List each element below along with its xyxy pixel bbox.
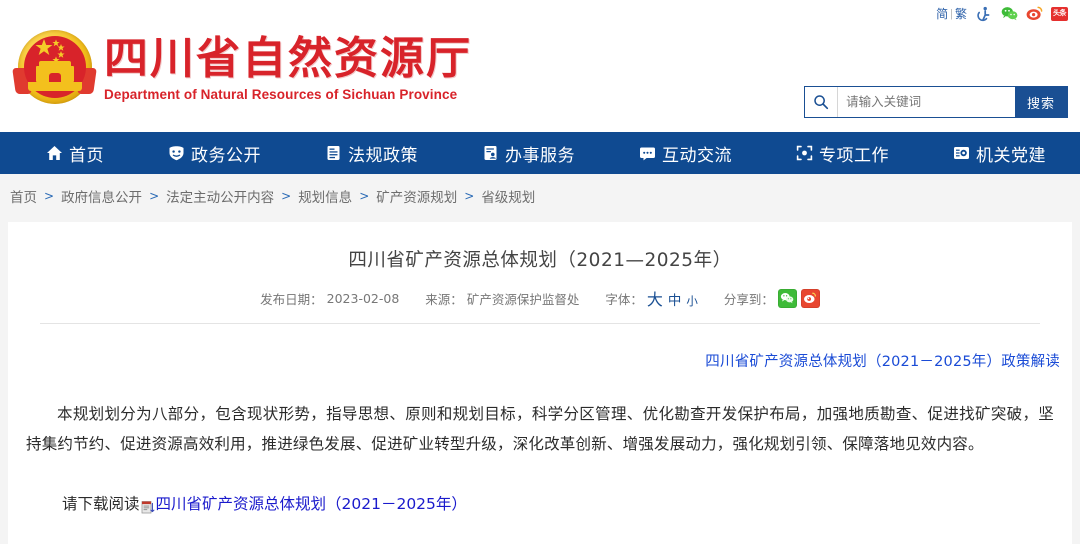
nav-label: 互动交流 (662, 145, 732, 166)
source-value: 矿产资源保护监督处 (466, 291, 580, 307)
top-utility-bar: 简 | 繁 头条 (0, 0, 1080, 26)
nav-item-special-work[interactable]: 专项工作 (796, 141, 889, 166)
article-card: 四川省矿产资源总体规划（2021—2025年） 发布日期： 2023-02-08… (8, 222, 1072, 544)
article-body: 本规划划分为八部分，包含现状形势，指导思想、原则和规划目标，科学分区管理、优化勘… (26, 405, 1054, 453)
shield-icon (168, 145, 185, 162)
nav-item-laws-policies[interactable]: 法规政策 (325, 141, 418, 166)
site-header: 四川省自然资源厅 Department of Natural Resources… (0, 26, 1080, 132)
breadcrumb: 首页 > 政府信息公开 > 法定主动公开内容 > 规划信息 > 矿产资源规划 >… (0, 174, 1080, 218)
breadcrumb-separator: > (464, 189, 475, 203)
font-size-large[interactable]: 大 (647, 286, 663, 310)
breadcrumb-item-5[interactable]: 省级规划 (481, 186, 535, 206)
chat-icon (639, 145, 656, 162)
site-title-en: Department of Natural Resources of Sichu… (104, 87, 458, 103)
publish-date-label: 发布日期： (260, 291, 323, 307)
accessibility-icon[interactable] (976, 6, 992, 22)
share-group: 分享到： (723, 288, 820, 308)
nav-item-government-affairs[interactable]: 政务公开 (168, 141, 261, 166)
breadcrumb-item-0[interactable]: 首页 (10, 186, 37, 206)
nav-item-party-building[interactable]: 机关党建 (953, 141, 1046, 166)
font-size-label: 字体： (605, 291, 643, 307)
breadcrumb-item-4[interactable]: 矿产资源规划 (376, 186, 457, 206)
publish-date-value: 2023-02-08 (326, 290, 400, 306)
breadcrumb-separator: > (44, 189, 55, 203)
publish-date-group: 发布日期： 2023-02-08 (260, 289, 399, 308)
share-wechat-icon[interactable] (777, 288, 797, 308)
badge-icon (953, 145, 970, 162)
lang-simplified[interactable]: 简 (936, 8, 948, 20)
site-title-cn: 四川省自然资源厅 (104, 32, 472, 84)
main-navigation: 首页 政务公开 法规政策 办事服务 互动交流 专项工作 机关党建 (0, 132, 1080, 174)
breadcrumb-separator: > (359, 189, 370, 203)
file-attachment-icon (141, 497, 155, 513)
weibo-icon[interactable] (1026, 6, 1043, 22)
nav-label: 机关党建 (976, 145, 1046, 166)
document-icon (325, 145, 342, 162)
lang-separator: | (950, 7, 953, 20)
breadcrumb-separator: > (281, 189, 292, 203)
share-weibo-icon[interactable] (800, 288, 820, 308)
nav-label: 专项工作 (819, 145, 889, 166)
nav-item-home[interactable]: 首页 (46, 141, 104, 166)
breadcrumb-separator: > (149, 189, 160, 203)
toutiao-icon[interactable]: 头条 (1051, 7, 1068, 21)
breadcrumb-item-1[interactable]: 政府信息公开 (61, 186, 142, 206)
font-size-group: 字体： 大 中 小 (605, 286, 698, 310)
nav-label: 政务公开 (191, 145, 261, 166)
breadcrumb-item-2[interactable]: 法定主动公开内容 (166, 186, 274, 206)
share-label: 分享到： (723, 291, 774, 307)
lang-traditional[interactable]: 繁 (955, 8, 967, 20)
search-box: 搜索 (804, 86, 1068, 118)
nav-label: 首页 (69, 145, 104, 166)
download-prefix-label: 请下载阅读 (62, 495, 140, 513)
policy-interpretation-link[interactable]: 四川省矿产资源总体规划（2021－2025年）政策解读 (705, 354, 1060, 370)
clipboard-person-icon (482, 145, 499, 162)
search-button[interactable]: 搜索 (1015, 87, 1067, 117)
source-group: 来源： 矿产资源保护监督处 (425, 289, 579, 308)
source-label: 来源： (425, 291, 463, 307)
national-emblem-icon (12, 28, 97, 110)
nav-item-services[interactable]: 办事服务 (482, 141, 575, 166)
page-title: 四川省矿产资源总体规划（2021—2025年） (348, 250, 732, 271)
font-size-small[interactable]: 小 (686, 293, 698, 309)
breadcrumb-item-3[interactable]: 规划信息 (298, 186, 352, 206)
search-icon (805, 87, 839, 117)
download-row: 请下载阅读 四川省矿产资源总体规划（2021－2025年） (26, 491, 1054, 517)
site-logo[interactable]: 四川省自然资源厅 Department of Natural Resources… (12, 28, 472, 110)
language-switcher[interactable]: 简 | 繁 (936, 8, 967, 20)
wechat-icon[interactable] (1001, 6, 1018, 22)
home-icon (46, 145, 63, 162)
utility-links: 简 | 繁 头条 (936, 5, 1068, 23)
font-size-medium[interactable]: 中 (668, 289, 682, 309)
article-meta: 发布日期： 2023-02-08 来源： 矿产资源保护监督处 字体： 大 中 小… (8, 286, 1072, 310)
nav-item-interaction[interactable]: 互动交流 (639, 141, 732, 166)
search-input[interactable] (838, 87, 1016, 117)
download-file-link[interactable]: 四川省矿产资源总体规划（2021－2025年） (156, 491, 467, 517)
target-icon (796, 145, 813, 162)
nav-label: 办事服务 (505, 145, 575, 166)
policy-link-row: 四川省矿产资源总体规划（2021－2025年）政策解读 (8, 324, 1072, 371)
nav-label: 法规政策 (348, 145, 418, 166)
